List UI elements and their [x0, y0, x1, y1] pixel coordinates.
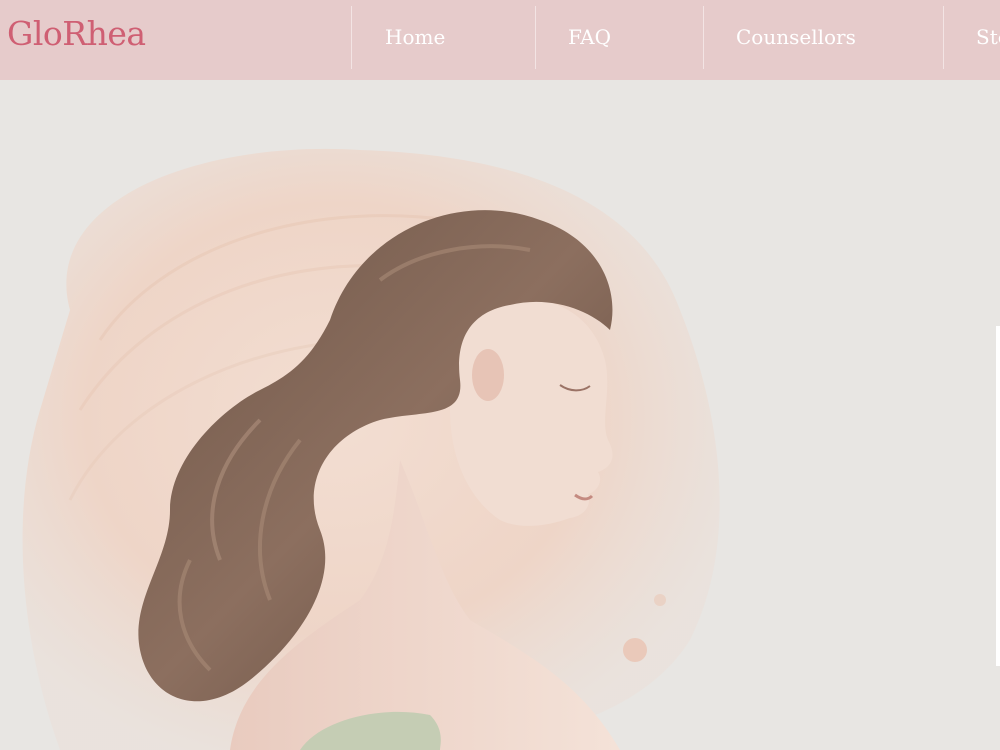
nav-divider: [351, 6, 352, 69]
hero-illustration: [22, 148, 720, 750]
nav-divider: [535, 6, 536, 69]
nav-divider: [703, 6, 704, 69]
hero-section: [0, 80, 1000, 750]
side-panel-edge: [996, 326, 1000, 666]
nav-item-home[interactable]: Home: [385, 25, 445, 49]
nav-item-faq[interactable]: FAQ: [568, 25, 611, 49]
nav-item-stories[interactable]: Sto: [976, 25, 1000, 49]
nav-item-counsellors[interactable]: Counsellors: [736, 25, 856, 49]
nav-divider: [943, 6, 944, 69]
top-navigation-bar: GloRhea Home FAQ Counsellors Sto: [0, 0, 1000, 80]
brand-logo[interactable]: GloRhea: [7, 14, 146, 53]
figure-face: [449, 299, 613, 526]
